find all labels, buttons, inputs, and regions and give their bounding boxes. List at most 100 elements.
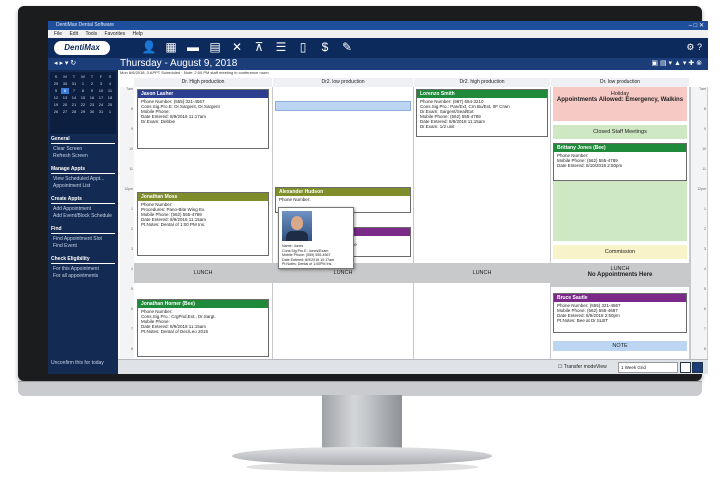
calendar-day[interactable]: 8: [79, 88, 87, 94]
calendar-day[interactable]: 7: [70, 88, 78, 94]
open-slot-block[interactable]: [553, 181, 687, 241]
appointment-card[interactable]: Lorenzo Smith Phone Number: (987) 654-32…: [416, 89, 548, 137]
calendar-day[interactable]: 18: [106, 95, 114, 101]
schedule-column-4[interactable]: Holiday Appointments Allowed: Emergency,…: [551, 87, 690, 359]
calendar-day[interactable]: M: [61, 74, 69, 80]
lunch-block[interactable]: LUNCH No Appointments Here: [551, 263, 689, 287]
sidebar-heading[interactable]: Check Eligibility: [51, 256, 115, 264]
sidebar-footer[interactable]: Unconfirm this for today: [51, 360, 104, 366]
appointment-card[interactable]: Jonathan Moss Phone Number: Procedures: …: [137, 192, 269, 256]
calendar-day[interactable]: 28: [70, 109, 78, 115]
calendar-day[interactable]: 2: [88, 81, 96, 87]
sidebar-item-view-scheduled[interactable]: View Scheduled Appt...: [53, 176, 115, 182]
calendar-day[interactable]: 29: [52, 81, 60, 87]
calendar-day[interactable]: S: [106, 74, 114, 80]
sidebar-item-add-event[interactable]: Add Event/Block Schedule: [53, 213, 115, 219]
grid-icon[interactable]: [692, 362, 703, 373]
calendar-day[interactable]: 21: [70, 102, 78, 108]
menu-favorites[interactable]: Favorites: [105, 31, 126, 37]
calendar-day[interactable]: 19: [52, 102, 60, 108]
calendar-day[interactable]: 1: [79, 81, 87, 87]
menu-file[interactable]: File: [54, 31, 62, 37]
appointment-card[interactable]: Bruce Sautle Phone Number: (555) 321-456…: [553, 293, 687, 333]
lunch-block[interactable]: LUNCH: [134, 263, 272, 283]
calendar-day[interactable]: 13: [61, 95, 69, 101]
calendar-day[interactable]: 25: [106, 102, 114, 108]
chart-icon[interactable]: ⊼: [248, 40, 270, 54]
calendar-day[interactable]: 4: [106, 81, 114, 87]
document-icon[interactable]: ▯: [292, 40, 314, 54]
calendar-day[interactable]: 30: [61, 81, 69, 87]
tooth-icon[interactable]: ✎: [336, 40, 358, 54]
calendar-day[interactable]: 24: [97, 102, 105, 108]
staff-meeting-block[interactable]: Closed Staff Meetings: [553, 125, 687, 139]
list-icon[interactable]: ☰: [270, 40, 292, 54]
person-icon[interactable]: 👤: [138, 40, 160, 54]
calendar-day[interactable]: S: [52, 74, 60, 80]
calendar-day[interactable]: W: [79, 74, 87, 80]
calendar-day[interactable]: 29: [79, 109, 87, 115]
layout-icon[interactable]: [680, 362, 691, 373]
sidebar-heading[interactable]: General: [51, 136, 115, 144]
printer-icon[interactable]: ▤: [204, 40, 226, 54]
window-controls[interactable]: – □ ✕: [689, 22, 704, 29]
calendar-day[interactable]: 1: [106, 109, 114, 115]
mini-calendar[interactable]: S M T W T F S 29 30 31 1 2 3 4 5 6 7 8 9 10 11 12 13 14 15 16 17 18…: [50, 72, 116, 134]
tools-icon[interactable]: ✕: [226, 40, 248, 54]
calendar-day[interactable]: 17: [97, 95, 105, 101]
calendar-day[interactable]: T: [70, 74, 78, 80]
calendar-day[interactable]: 23: [88, 102, 96, 108]
calendar-day[interactable]: T: [88, 74, 96, 80]
calendar-day[interactable]: 31: [70, 81, 78, 87]
schedule-column-1[interactable]: Jason Lasher Phone Number: (555) 321-456…: [134, 87, 273, 359]
calendar-day[interactable]: 16: [88, 95, 96, 101]
calendar-day[interactable]: 26: [52, 109, 60, 115]
calendar-day[interactable]: 10: [97, 88, 105, 94]
sidebar-item-add-appointment[interactable]: Add Appointment: [53, 206, 115, 212]
calendar-day[interactable]: 20: [61, 102, 69, 108]
calendar-day[interactable]: 12: [52, 95, 60, 101]
dollar-icon[interactable]: $: [314, 40, 336, 54]
appointment-card[interactable]: Jason Lasher Phone Number: (555) 321-456…: [137, 89, 269, 149]
calendar-grid[interactable]: S M T W T F S 29 30 31 1 2 3 4 5 6 7 8 9 10 11 12 13 14 15 16 17 18…: [50, 72, 116, 117]
calendar-day[interactable]: 31: [97, 109, 105, 115]
note-block[interactable]: NOTE: [553, 341, 687, 351]
calendar-day[interactable]: 5: [52, 88, 60, 94]
calendar-day[interactable]: 22: [79, 102, 87, 108]
calendar-day[interactable]: 3: [97, 81, 105, 87]
commission-block[interactable]: Commission: [553, 245, 687, 259]
transfer-mode-checkbox[interactable]: ☐ Transfer mode: [558, 364, 596, 370]
calendar-day[interactable]: 14: [70, 95, 78, 101]
sidebar-heading[interactable]: Manage Appts: [51, 166, 115, 174]
calendar-day[interactable]: 27: [61, 109, 69, 115]
date-bar-tools[interactable]: ▣ ▤ ▾ ▲ ▾ ✚ ⊗: [651, 59, 702, 67]
calendar-day[interactable]: 6: [61, 88, 69, 94]
lunch-block[interactable]: LUNCH: [414, 263, 550, 283]
calendar-icon[interactable]: ▦: [160, 40, 182, 54]
menu-tools[interactable]: Tools: [85, 31, 97, 37]
toolbar-right-icons[interactable]: ⚙ ?: [686, 42, 702, 53]
appointment-card[interactable]: Jonathan Horner (Bee) Phone Number: Cons…: [137, 299, 269, 357]
sidebar-item-appointment-list[interactable]: Appointment List: [53, 183, 115, 189]
sidebar-item-find-slot[interactable]: Find Appointment Slot: [53, 236, 115, 242]
sidebar-item-eligibility-all[interactable]: For all appointments: [53, 273, 115, 279]
menu-help[interactable]: Help: [133, 31, 143, 37]
sidebar-heading[interactable]: Create Appts: [51, 196, 115, 204]
appointment-card[interactable]: Brittany Jones (Bee) Phone Number: Mobil…: [553, 143, 687, 181]
menu-edit[interactable]: Edit: [69, 31, 78, 37]
calendar-day[interactable]: 9: [88, 88, 96, 94]
date-nav-arrows[interactable]: ◂ ▸ ▾ ↻: [54, 59, 76, 67]
sidebar-item-refresh-screen[interactable]: Refresh Screen: [53, 153, 115, 159]
sidebar-heading[interactable]: Find: [51, 226, 115, 234]
note-strip[interactable]: [275, 101, 411, 111]
calendar-day[interactable]: 11: [106, 88, 114, 94]
calendar-day[interactable]: 30: [88, 109, 96, 115]
calendar-day[interactable]: F: [97, 74, 105, 80]
sidebar-item-clear-screen[interactable]: Clear Screen: [53, 146, 115, 152]
sidebar-item-find-event[interactable]: Find Event: [53, 243, 115, 249]
folder-icon[interactable]: ▬: [182, 40, 204, 54]
view-select[interactable]: 1 Week Grid: [618, 362, 678, 373]
calendar-day[interactable]: 15: [79, 95, 87, 101]
holiday-block[interactable]: Holiday Appointments Allowed: Emergency,…: [553, 87, 687, 121]
sidebar-item-eligibility-this[interactable]: For this Appointment: [53, 266, 115, 272]
